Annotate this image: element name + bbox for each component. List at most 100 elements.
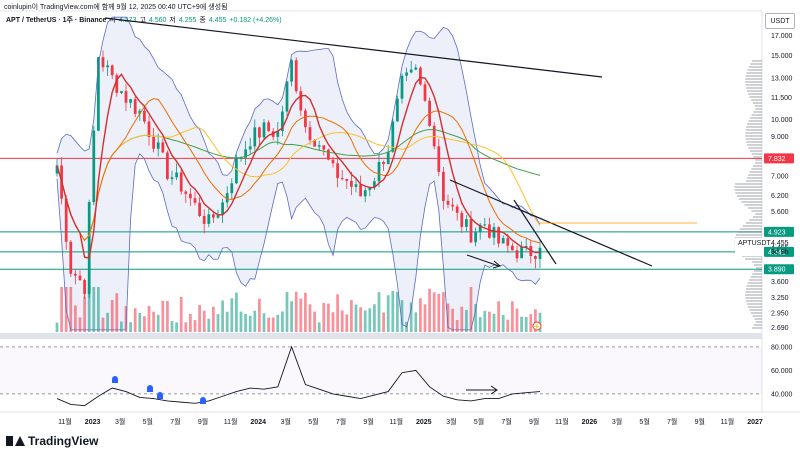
volume-bar — [225, 311, 229, 332]
time-tick-label: 5월 — [639, 417, 649, 426]
candle-body — [299, 91, 303, 111]
volume-profile-bar — [734, 189, 762, 191]
volume-profile-bar — [754, 270, 762, 272]
volume-profile-bar — [734, 186, 762, 188]
volume-profile-bar — [738, 198, 762, 200]
brand-name: TradingView — [28, 434, 99, 448]
time-axis-ticks[interactable]: 11월 2023 3월 5월 7월 9월 11월 2024 3월 5월 7월 9월 11월 2025 3월 5… — [58, 417, 763, 426]
volume-profile-bar — [736, 195, 762, 197]
time-tick-label: 11월 — [389, 417, 403, 426]
candle-body — [267, 122, 270, 132]
candle-body — [175, 172, 178, 178]
time-tick-label: 3월 — [446, 417, 456, 426]
volume-profile-bar — [745, 258, 762, 260]
volume-bar — [138, 313, 142, 332]
volume-profile-bar — [749, 309, 762, 311]
volume-profile-bar — [735, 192, 762, 194]
volume-bar — [299, 298, 303, 332]
price-axis-ticks[interactable]: 17.000 15.000 13.000 11.500 10.000 9.000 7.000… — [771, 33, 793, 332]
time-tick-label: 11월 — [58, 417, 72, 426]
volume-bar — [97, 287, 100, 332]
volume-profile-bar — [747, 144, 762, 146]
last-price-value: 4.455 — [771, 240, 789, 247]
time-tick-label: 3월 — [281, 417, 291, 426]
volume-profile-bar — [750, 312, 762, 314]
volume-bar — [391, 291, 395, 332]
volume-bar — [170, 321, 174, 332]
candle-body — [166, 152, 169, 180]
volume-profile-bar — [751, 60, 762, 62]
countdown-label: 3d 9h — [771, 249, 789, 256]
pane-divider[interactable] — [0, 333, 762, 339]
volume-profile-bar — [751, 114, 762, 116]
volume-bar — [83, 296, 86, 332]
volume-bar — [497, 301, 500, 332]
volume-bar — [202, 310, 206, 332]
volume-bar — [212, 306, 215, 332]
time-tick-label: 2027 — [747, 419, 763, 426]
candle-body — [143, 110, 146, 122]
volume-profile-bar — [746, 180, 762, 182]
candle-body — [179, 172, 183, 192]
candle-body — [405, 72, 408, 76]
volume-bar — [515, 308, 519, 332]
volume-profile-bar — [754, 318, 762, 320]
volume-bar — [184, 322, 188, 332]
candle-body — [506, 238, 510, 246]
volume-profile-bar — [745, 132, 762, 134]
volume-bar — [207, 318, 211, 332]
volume-bar — [520, 316, 523, 332]
price-chart[interactable]: 17.000 15.000 13.000 11.500 10.000 9.000 7.000… — [0, 0, 800, 455]
volume-profile-bar — [739, 228, 762, 230]
candle-body — [419, 67, 422, 85]
price-tick-label: 11.500 — [771, 95, 792, 102]
price-tick-label: 2.690 — [771, 325, 789, 332]
tradingview-logo[interactable]: TradingView — [6, 434, 98, 448]
candle-body — [350, 180, 353, 187]
volume-profile-bar — [745, 138, 762, 140]
time-tick-label: 9월 — [363, 417, 373, 426]
volume-profile-bar — [752, 216, 762, 218]
candle-body — [451, 204, 454, 207]
volume-bar — [133, 308, 137, 332]
price-tick-label: 6.200 — [771, 193, 789, 200]
volume-bar — [161, 300, 165, 332]
volume-profile-bar — [749, 96, 762, 98]
volume-bar — [529, 314, 533, 332]
alert-icon[interactable]: ⚡ — [532, 321, 542, 331]
candle-body — [64, 198, 68, 242]
candle-body — [483, 224, 487, 226]
candle-body — [308, 127, 312, 140]
candle-body — [354, 184, 358, 187]
volume-bar — [483, 310, 487, 332]
volume-bar — [304, 292, 307, 332]
candle-body — [133, 99, 137, 114]
bollinger-band-area — [57, 17, 540, 330]
candle-body — [198, 202, 201, 216]
oscillator-pane — [0, 345, 762, 407]
signal-marker-icon — [200, 397, 206, 404]
volume-bar — [253, 310, 257, 332]
candle-body — [124, 91, 128, 103]
volume-profile-bar — [745, 78, 762, 80]
signal-marker-icon — [147, 385, 153, 392]
volume-bar — [423, 304, 427, 332]
volume-bar — [267, 317, 270, 332]
candle-body — [207, 214, 211, 224]
volume-bar — [166, 300, 169, 332]
volume-bar — [198, 305, 201, 332]
candle-body — [396, 98, 399, 122]
volume-bar — [271, 317, 275, 332]
trendline-upper[interactable] — [104, 17, 603, 78]
volume-bar — [230, 298, 234, 332]
volume-bar — [313, 311, 316, 332]
candle-body — [442, 171, 445, 201]
volume-bar — [285, 292, 289, 332]
signal-marker-icon — [112, 376, 118, 383]
price-badge-label: 4.923 — [768, 229, 786, 236]
time-tick-label: 7월 — [667, 417, 677, 426]
volume-bar — [327, 303, 330, 332]
candle-body — [110, 65, 114, 76]
price-tick-label: 3.600 — [771, 279, 789, 286]
time-tick-label: 7월 — [336, 417, 346, 426]
